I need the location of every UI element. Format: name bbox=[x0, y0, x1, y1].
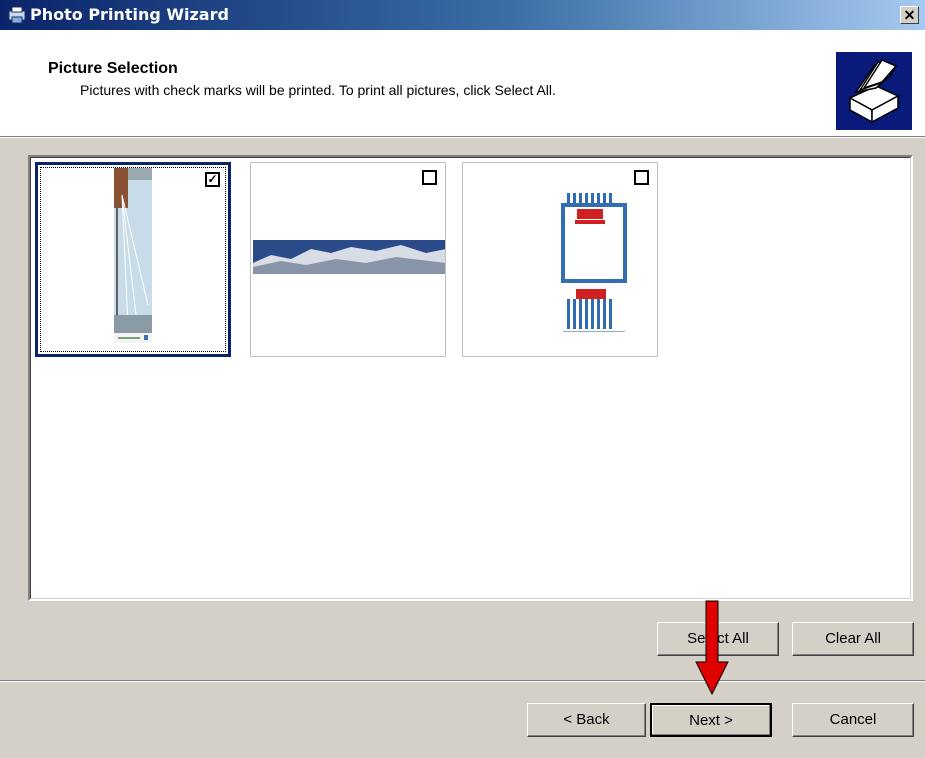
back-button[interactable]: < Back bbox=[527, 703, 646, 737]
clear-all-label: Clear All bbox=[825, 630, 881, 647]
back-label: < Back bbox=[563, 711, 610, 728]
cancel-button[interactable]: Cancel bbox=[792, 703, 914, 737]
picture-thumbnail-mountain[interactable] bbox=[250, 162, 446, 357]
picture-list[interactable]: ✓ bbox=[28, 155, 913, 601]
picture-thumbnail-bridge[interactable]: ✓ bbox=[35, 162, 231, 357]
window-title: Photo Printing Wizard bbox=[30, 5, 229, 24]
title-bar: Photo Printing Wizard ✕ bbox=[0, 0, 925, 30]
close-button[interactable]: ✕ bbox=[900, 6, 919, 24]
button-bar-divider bbox=[0, 680, 925, 682]
picture-checkbox-poster[interactable] bbox=[634, 170, 649, 185]
page-subtitle: Pictures with check marks will be printe… bbox=[80, 82, 556, 98]
close-icon: ✕ bbox=[903, 7, 916, 23]
page-title: Picture Selection bbox=[48, 60, 178, 77]
picture-checkbox-bridge[interactable]: ✓ bbox=[205, 172, 220, 187]
next-label: Next > bbox=[689, 712, 733, 729]
header-divider bbox=[0, 137, 925, 138]
next-button[interactable]: Next > bbox=[650, 703, 772, 737]
clear-all-button[interactable]: Clear All bbox=[792, 622, 914, 656]
picture-thumbnail-poster[interactable] bbox=[462, 162, 658, 357]
blue-striped-poster-image bbox=[561, 193, 627, 332]
cancel-label: Cancel bbox=[829, 711, 877, 728]
red-arrow-annotation bbox=[695, 600, 729, 696]
wizard-header: Picture Selection Pictures with check ma… bbox=[0, 30, 925, 137]
picture-checkbox-mountain[interactable] bbox=[422, 170, 437, 185]
bridge-photo-image bbox=[114, 168, 152, 343]
wizard-app-icon bbox=[8, 6, 26, 24]
mountain-panorama-image bbox=[253, 240, 445, 274]
printer-icon bbox=[836, 52, 912, 130]
